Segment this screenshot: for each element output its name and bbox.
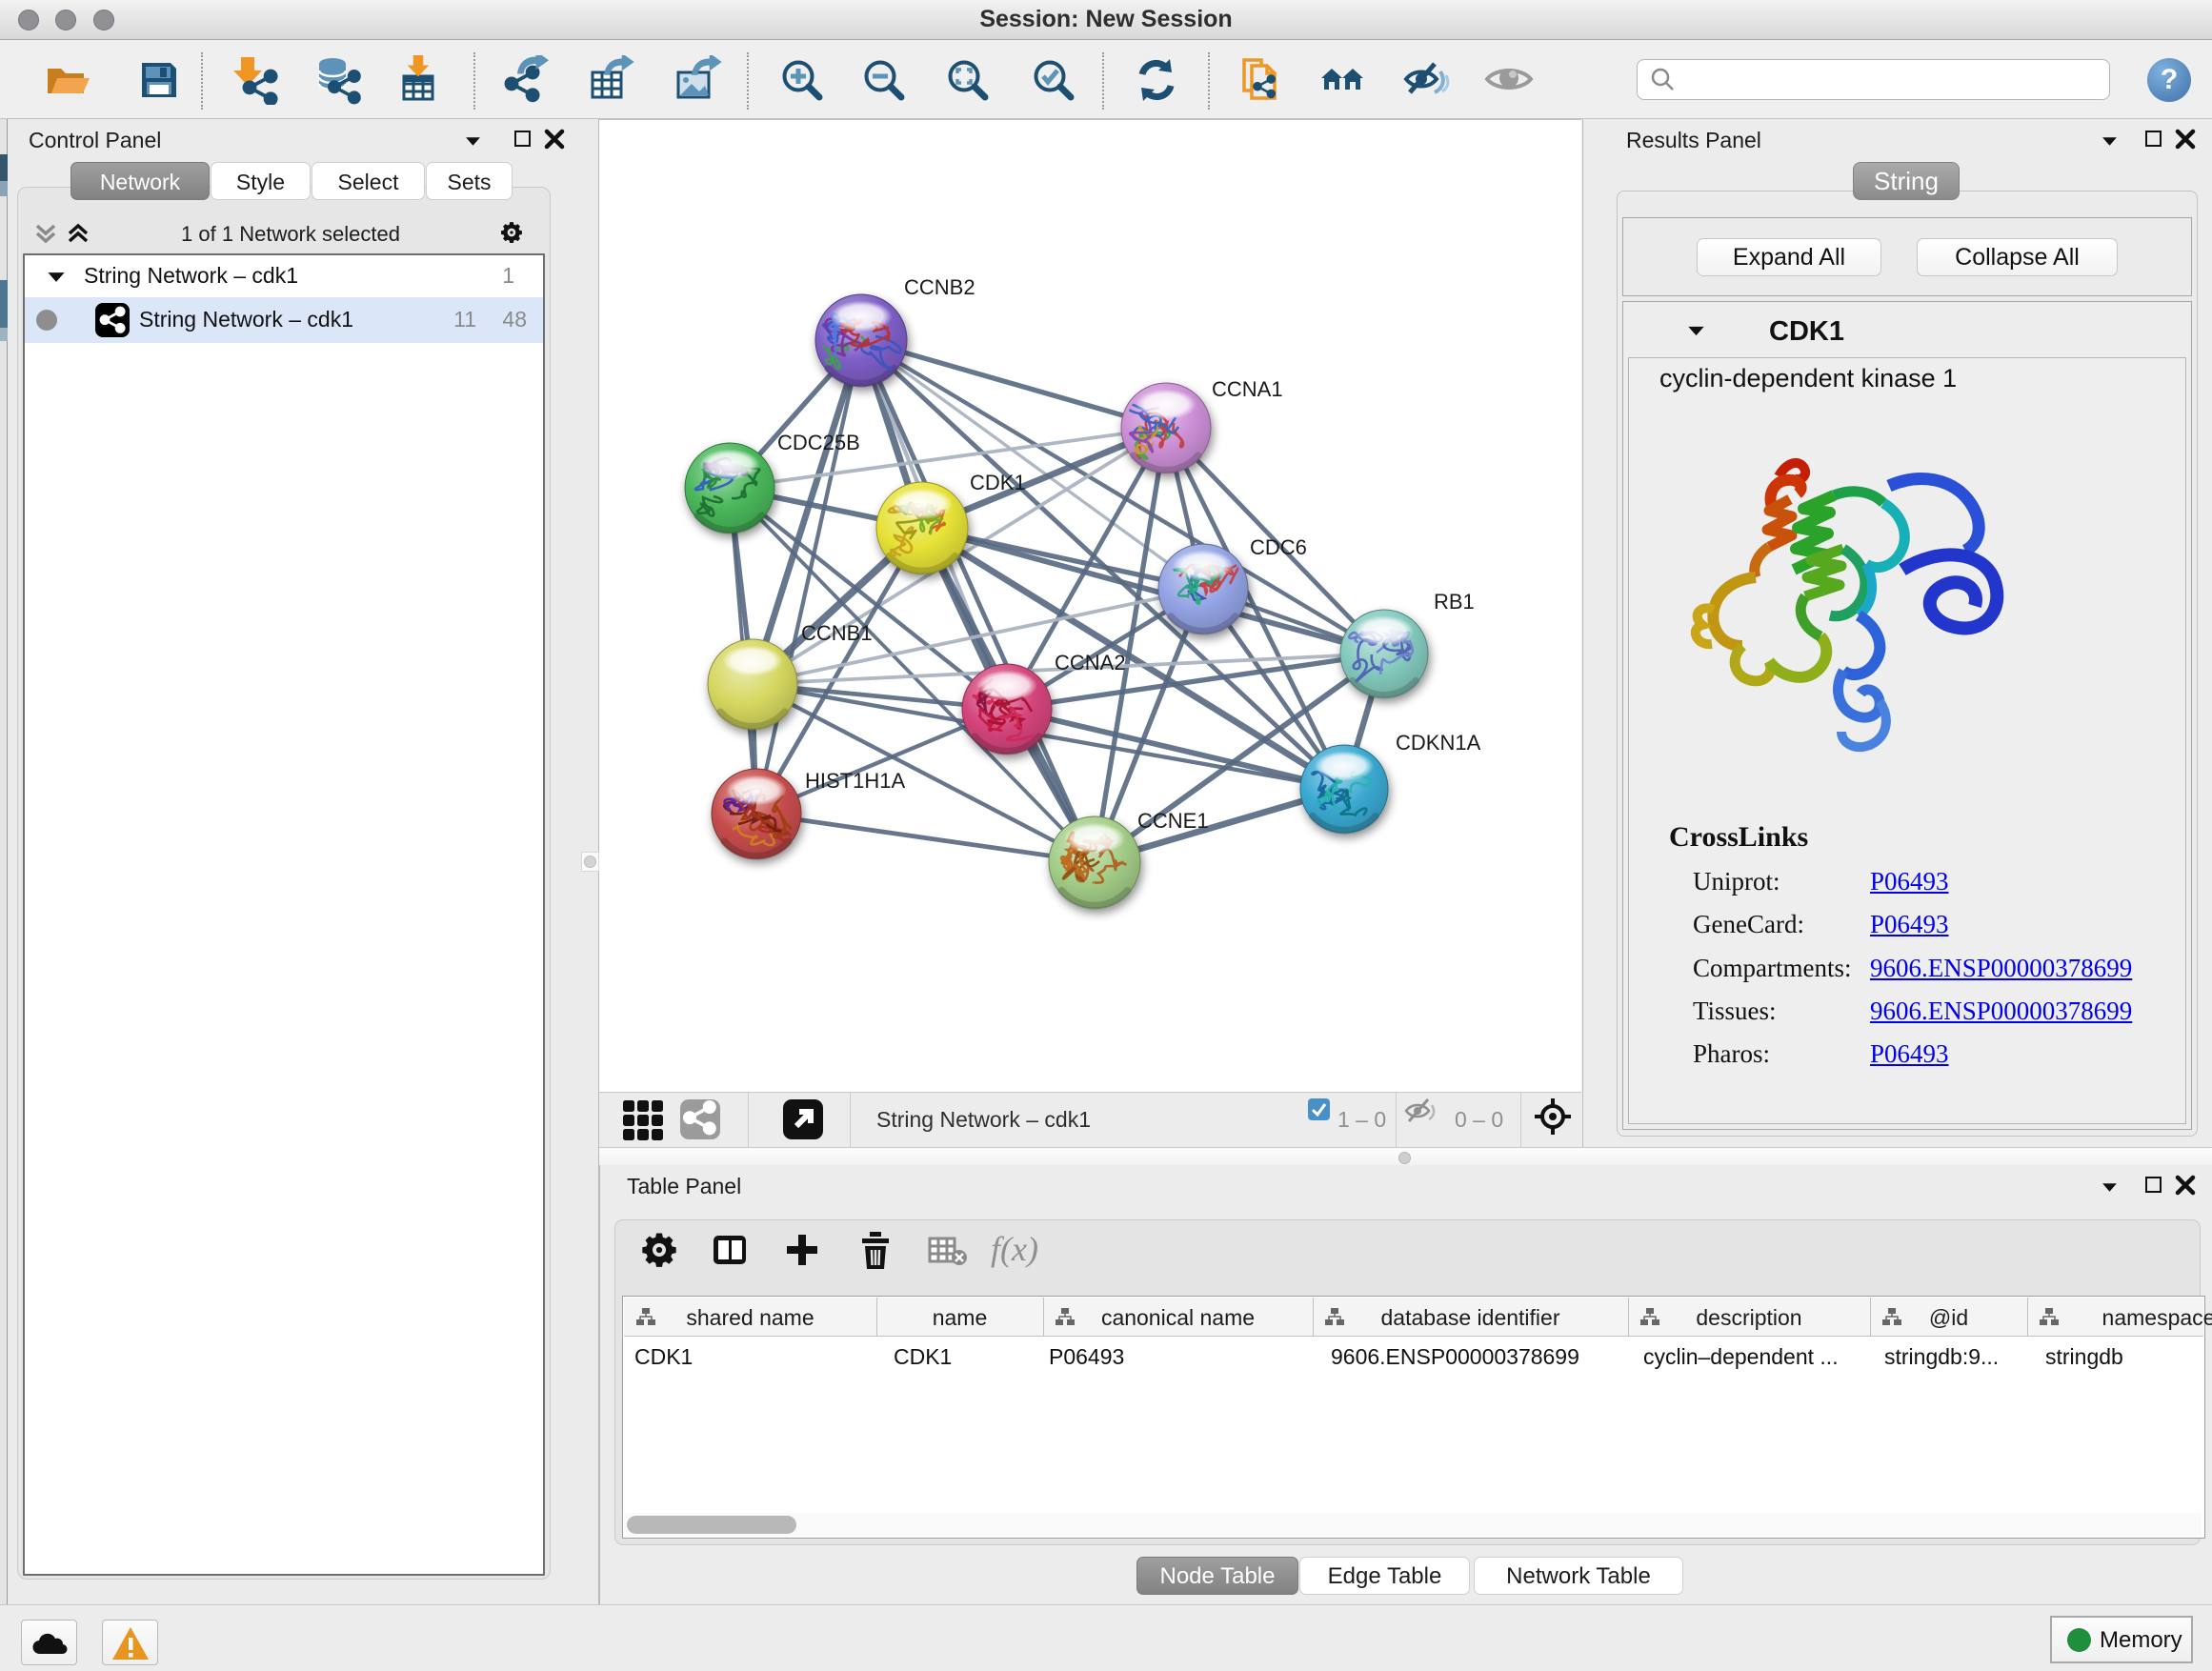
svg-text:CDC6: CDC6 (1250, 535, 1307, 559)
svg-text:CDK1: CDK1 (970, 471, 1026, 494)
svg-text:HIST1H1A: HIST1H1A (805, 769, 905, 793)
svg-text:RB1: RB1 (1434, 590, 1475, 614)
svg-text:CCNB1: CCNB1 (801, 621, 873, 645)
svg-text:CCNE1: CCNE1 (1137, 809, 1209, 833)
svg-text:CCNB2: CCNB2 (904, 275, 975, 299)
svg-text:CDC25B: CDC25B (777, 431, 860, 454)
svg-text:CCNA1: CCNA1 (1212, 377, 1283, 401)
svg-text:CDKN1A: CDKN1A (1396, 731, 1481, 755)
svg-text:CCNA2: CCNA2 (1055, 651, 1126, 674)
